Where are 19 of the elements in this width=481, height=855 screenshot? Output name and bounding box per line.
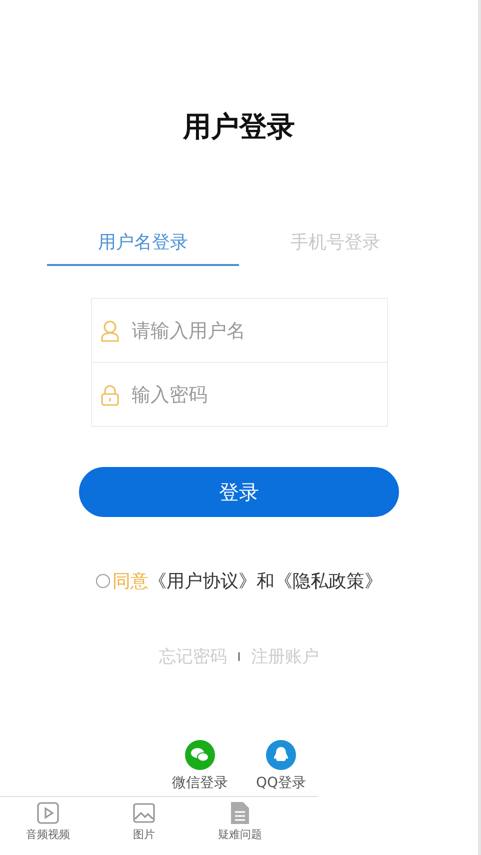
lock-icon [100,384,120,406]
image-icon [132,801,156,825]
penguin-icon[interactable] [266,740,296,770]
user-icon [100,320,120,342]
chat-bubbles-icon[interactable] [184,740,215,770]
nav-tab[interactable]: 图片 [96,801,192,855]
login-tab[interactable]: 用户名登录 [46,224,239,266]
login-button[interactable]: 登录 [79,467,399,517]
video-icon [36,801,60,825]
page-title: 用户登录 [183,109,295,145]
social-login-label: QQ登录 [256,774,306,792]
agree-label: 同意 [112,570,148,593]
document-icon [230,801,250,825]
nav-tab[interactable]: 音频视频 [0,801,96,855]
link-separator: I [237,650,241,664]
agreement-text[interactable]: 《用户协议》和《隐私政策》 [148,569,382,593]
agreement-radio[interactable] [96,574,110,588]
nav-tab[interactable]: 疑难问题 [192,801,288,855]
social-login-label: 微信登录 [172,774,228,792]
